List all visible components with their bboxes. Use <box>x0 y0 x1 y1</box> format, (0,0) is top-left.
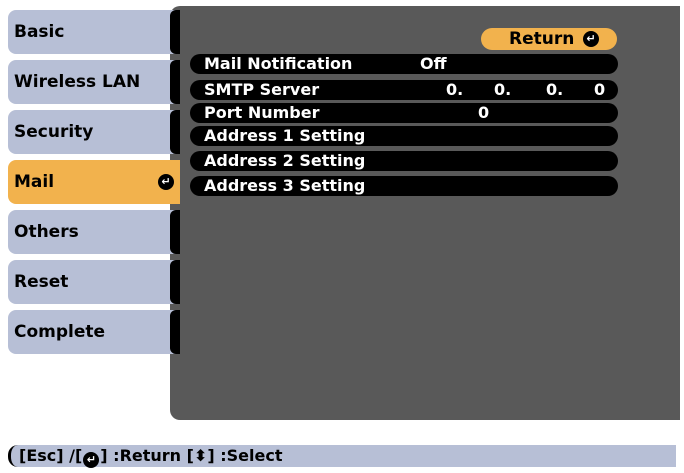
smtp-octet-3[interactable]: 0. <box>546 80 563 100</box>
row-label: SMTP Server <box>204 80 320 99</box>
sidebar-item-complete[interactable]: Complete <box>8 310 180 354</box>
sidebar-item-basic[interactable]: Basic <box>8 10 180 54</box>
status-esc: [Esc] /[ <box>19 446 83 465</box>
sidebar-item-label: Others <box>14 222 79 242</box>
sidebar-item-security[interactable]: Security <box>8 110 180 154</box>
row-label: Mail Notification <box>204 54 353 73</box>
port-number-row[interactable]: Port Number 0 <box>190 103 618 123</box>
port-number-value: 0 <box>478 103 490 122</box>
status-select: ] :Select <box>207 446 283 465</box>
sidebar-item-label: Reset <box>14 272 69 292</box>
row-label: Port Number <box>204 103 320 122</box>
sidebar-item-label: Security <box>14 122 94 142</box>
return-button[interactable]: Return ↵ <box>481 28 617 50</box>
smtp-octet-4[interactable]: 0 <box>594 80 605 100</box>
address-3-row[interactable]: Address 3 Setting <box>190 176 618 196</box>
status-return: ] :Return [ <box>100 446 194 465</box>
row-label: Address 1 Setting <box>204 126 366 145</box>
up-down-arrow-icon: ⬍ <box>193 446 208 465</box>
smtp-octet-2[interactable]: 0. <box>494 80 511 100</box>
smtp-server-row[interactable]: SMTP Server 0. 0. 0. 0 <box>190 80 618 100</box>
row-label: Address 2 Setting <box>204 151 366 170</box>
row-label: Address 3 Setting <box>204 176 366 195</box>
address-1-row[interactable]: Address 1 Setting <box>190 126 618 146</box>
status-bar: [Esc] /[↵] :Return [⬍] :Select <box>8 445 676 468</box>
sidebar-item-label: Wireless LAN <box>14 72 141 92</box>
enter-icon: ↵ <box>83 452 100 468</box>
sidebar-item-label: Basic <box>14 22 65 42</box>
smtp-octet-1[interactable]: 0. <box>446 80 463 100</box>
enter-icon: ↵ <box>583 31 599 47</box>
address-2-row[interactable]: Address 2 Setting <box>190 151 618 171</box>
enter-icon: ↵ <box>158 174 174 190</box>
mail-notification-row[interactable]: Mail Notification Off <box>190 54 618 74</box>
mail-notification-value: Off <box>420 54 447 73</box>
sidebar-item-reset[interactable]: Reset <box>8 260 180 304</box>
sidebar-item-others[interactable]: Others <box>8 210 180 254</box>
return-label: Return <box>509 29 575 49</box>
sidebar-item-label: Complete <box>14 322 106 342</box>
sidebar-item-mail[interactable]: Mail ↵ <box>8 160 180 204</box>
sidebar-menu: Basic Wireless LAN Security Mail ↵ Other… <box>8 10 180 360</box>
sidebar-item-label: Mail <box>14 172 55 192</box>
sidebar-item-wireless-lan[interactable]: Wireless LAN <box>8 60 180 104</box>
